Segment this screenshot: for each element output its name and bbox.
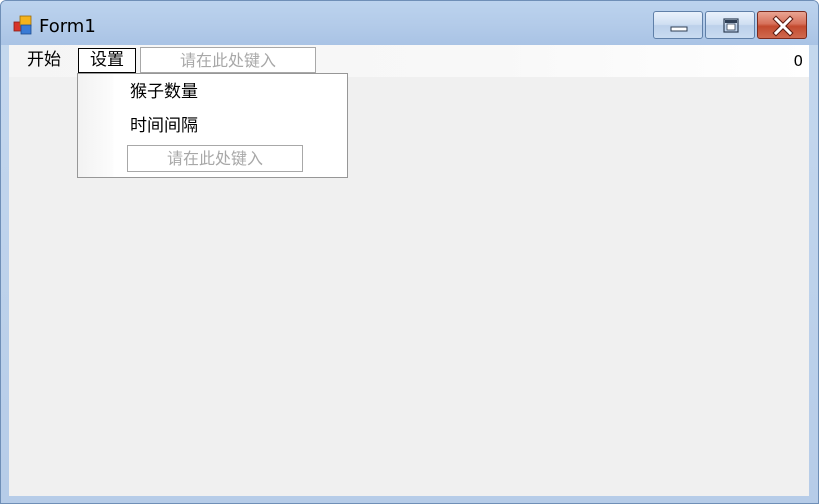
window-title: Form1 (39, 16, 96, 37)
maximize-icon (723, 18, 739, 33)
menu-item-start[interactable]: 开始 (21, 48, 67, 72)
counter-label: 0 (793, 52, 803, 70)
dropdown-item-time-interval[interactable]: 时间间隔 (130, 114, 198, 138)
dropdown-item-monkey-count[interactable]: 猴子数量 (130, 80, 198, 104)
maximize-button[interactable] (705, 11, 755, 39)
menu-item-settings[interactable]: 设置 (78, 48, 136, 73)
close-icon (772, 15, 794, 37)
dropdown-text-input[interactable] (127, 145, 303, 172)
menu-text-input[interactable] (140, 47, 316, 73)
settings-dropdown: 猴子数量 时间间隔 (77, 73, 348, 178)
minimize-button[interactable] (653, 11, 703, 39)
client-area: 开始 设置 0 猴子数量 时间间隔 (9, 45, 809, 496)
close-button[interactable] (757, 11, 807, 39)
minimize-icon (670, 26, 688, 32)
app-window: Form1 开始 设置 0 猴子数量 (0, 0, 819, 504)
title-bar[interactable]: Form1 (1, 1, 818, 45)
app-form-icon (13, 15, 32, 35)
